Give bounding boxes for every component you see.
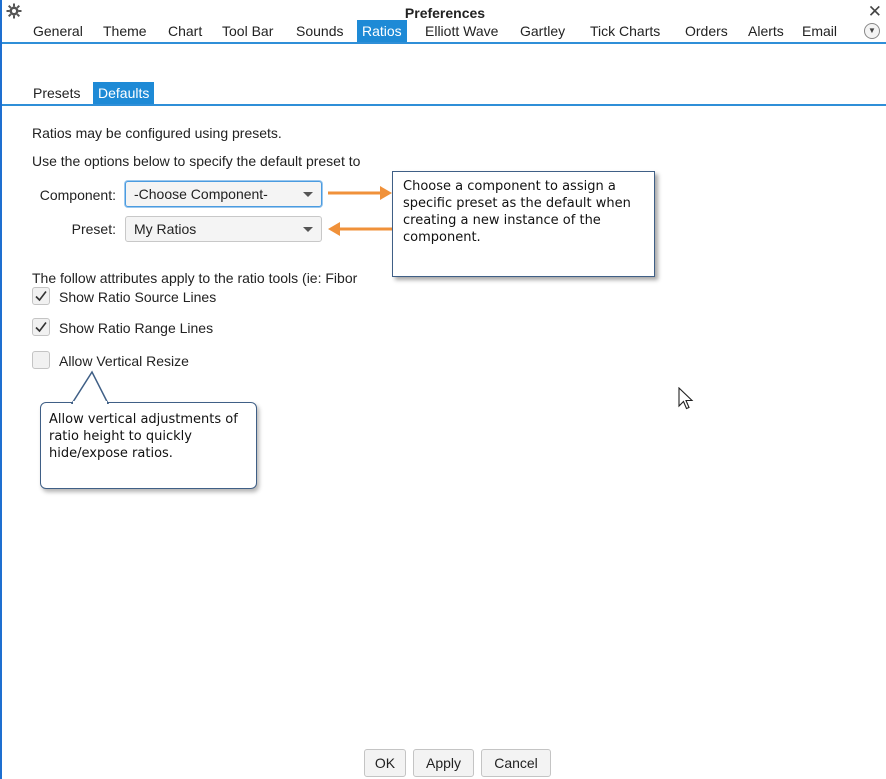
preset-label: Preset: — [71, 221, 116, 237]
tab-elliott-wave[interactable]: Elliott Wave — [420, 20, 503, 42]
chevron-down-icon — [303, 227, 313, 232]
preset-select-value: My Ratios — [134, 221, 197, 237]
chevron-down-icon — [303, 192, 313, 197]
show-ratio-range-lines-label: Show Ratio Range Lines — [59, 320, 214, 336]
checkmark-icon — [35, 291, 47, 302]
arrow-annotation — [328, 186, 392, 236]
window-title: Preferences — [404, 5, 486, 21]
resize-tip-callout: Allow vertical adjustments of ratio heig… — [40, 402, 257, 489]
component-label: Component: — [39, 187, 116, 203]
close-icon[interactable]: ✕ — [868, 3, 882, 21]
tab-gartley[interactable]: Gartley — [515, 20, 570, 42]
allow-vertical-resize-label: Allow Vertical Resize — [59, 353, 189, 369]
callout-pointer — [70, 370, 110, 404]
tab-tick-charts[interactable]: Tick Charts — [585, 20, 665, 42]
tab-sounds[interactable]: Sounds — [291, 20, 348, 42]
show-ratio-source-lines-label: Show Ratio Source Lines — [59, 289, 217, 305]
component-select[interactable]: -Choose Component- — [125, 181, 322, 207]
cancel-button[interactable]: Cancel — [481, 749, 551, 777]
apply-button[interactable]: Apply — [413, 749, 474, 777]
tab-ratios[interactable]: Ratios — [357, 20, 407, 42]
tab-alerts[interactable]: Alerts — [743, 20, 789, 42]
tab-tool-bar[interactable]: Tool Bar — [217, 20, 278, 42]
chevron-down-icon[interactable]: ▼ — [864, 23, 880, 39]
preferences-window: Preferences ✕ General Theme Chart Tool B… — [0, 0, 886, 779]
intro-text-1: Ratios may be configured using presets. — [32, 125, 282, 141]
show-ratio-source-lines-checkbox[interactable] — [32, 287, 50, 305]
tab-general[interactable]: General — [28, 20, 88, 42]
tab-orders[interactable]: Orders — [680, 20, 733, 42]
attributes-text: The follow attributes apply to the ratio… — [32, 270, 358, 286]
tab-email[interactable]: Email — [797, 20, 842, 42]
allow-vertical-resize-checkbox[interactable] — [32, 351, 50, 369]
tab-defaults[interactable]: Defaults — [93, 82, 155, 104]
mouse-cursor-icon — [678, 387, 694, 410]
tab-presets[interactable]: Presets — [28, 82, 85, 104]
checkmark-icon — [35, 322, 47, 333]
tab-chart[interactable]: Chart — [163, 20, 207, 42]
preset-select[interactable]: My Ratios — [125, 216, 322, 242]
show-ratio-range-lines-checkbox[interactable] — [32, 318, 50, 336]
intro-text-2: Use the options below to specify the def… — [32, 153, 361, 169]
sub-tab-bar: Presets Defaults — [2, 82, 886, 106]
component-tip-text: Choose a component to assign a specific … — [403, 179, 631, 245]
ok-button[interactable]: OK — [364, 749, 406, 777]
tab-theme[interactable]: Theme — [98, 20, 152, 42]
resize-tip-text: Allow vertical adjustments of ratio heig… — [49, 412, 238, 461]
main-tab-bar: General Theme Chart Tool Bar Sounds Rati… — [2, 20, 886, 44]
component-tip-callout: Choose a component to assign a specific … — [392, 171, 655, 277]
component-select-value: -Choose Component- — [134, 186, 268, 202]
